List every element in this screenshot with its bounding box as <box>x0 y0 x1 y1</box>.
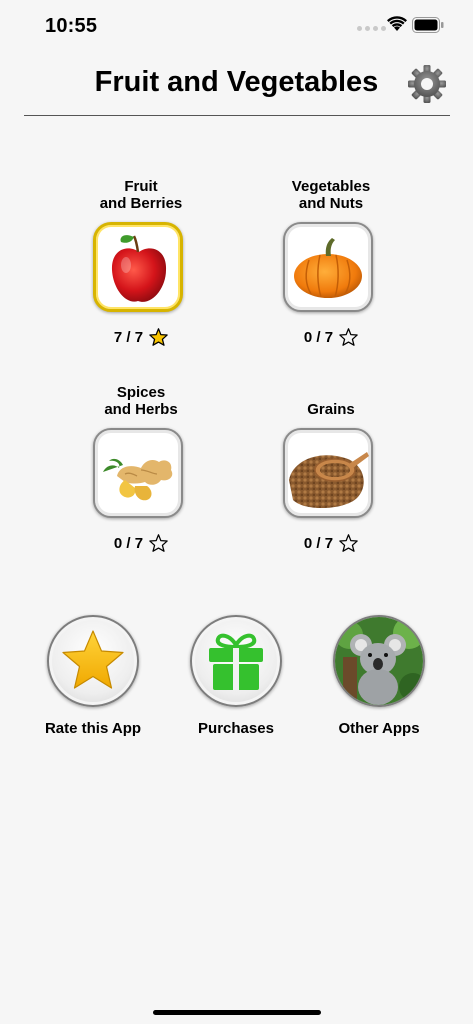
category-label: Fruit and Berries <box>99 178 183 212</box>
rate-app-label: Rate this App <box>44 720 142 737</box>
purchases-button[interactable]: Purchases <box>156 615 316 740</box>
koala-icon <box>335 617 423 705</box>
purchases-circle[interactable] <box>190 615 282 707</box>
gift-icon <box>209 633 263 690</box>
star-icon <box>62 630 124 689</box>
category-label: Spices and Herbs <box>104 384 178 418</box>
header-divider <box>24 115 450 116</box>
apple-icon <box>111 235 167 302</box>
star-outline-icon <box>339 328 358 346</box>
category-label: Grains <box>307 401 355 418</box>
header: Fruit and Vegetables <box>0 54 473 116</box>
page-title: Fruit and Vegetables <box>94 66 379 98</box>
wifi-icon <box>387 16 407 31</box>
signal-icon <box>357 26 386 31</box>
score-text: 7 / 7 <box>113 328 144 346</box>
category-score: 0 / 7 <box>236 328 426 346</box>
category-button[interactable] <box>283 428 373 518</box>
category-spices-and-herbs[interactable]: Spices and Herbs 0 / 7 <box>46 383 236 558</box>
score-text: 0 / 7 <box>113 534 144 552</box>
score-text: 0 / 7 <box>303 534 334 552</box>
category-grains[interactable]: Grains 0 / 7 <box>236 383 426 558</box>
star-filled-icon <box>149 328 168 346</box>
category-score: 7 / 7 <box>46 328 236 346</box>
purchases-label: Purchases <box>198 720 274 737</box>
buckwheat-icon <box>289 452 369 509</box>
home-indicator[interactable] <box>153 1010 321 1015</box>
other-apps-label: Other Apps <box>338 720 420 737</box>
category-button[interactable] <box>283 222 373 312</box>
star-outline-icon <box>339 534 358 552</box>
ginger-icon <box>103 458 173 501</box>
category-score: 0 / 7 <box>46 534 236 552</box>
score-text: 0 / 7 <box>303 328 334 346</box>
battery-icon <box>412 17 444 33</box>
pumpkin-icon <box>294 238 362 298</box>
rate-app-button[interactable]: Rate this App <box>13 615 173 740</box>
category-button[interactable] <box>93 222 183 312</box>
category-vegetables-and-nuts[interactable]: Vegetables and Nuts 0 / 7 <box>236 177 426 352</box>
category-label: Vegetables and Nuts <box>291 178 371 212</box>
category-score: 0 / 7 <box>236 534 426 552</box>
status-time: 10:55 <box>45 15 98 37</box>
other-apps-button[interactable]: Other Apps <box>299 615 459 740</box>
category-button[interactable] <box>93 428 183 518</box>
gear-icon <box>408 65 446 103</box>
other-apps-circle[interactable] <box>333 615 425 707</box>
settings-button[interactable] <box>407 64 447 104</box>
status-bar: 10:55 <box>0 0 473 54</box>
star-outline-icon <box>149 534 168 552</box>
rate-app-circle[interactable] <box>47 615 139 707</box>
category-fruit-and-berries[interactable]: Fruit and Berries 7 / 7 <box>46 177 236 352</box>
